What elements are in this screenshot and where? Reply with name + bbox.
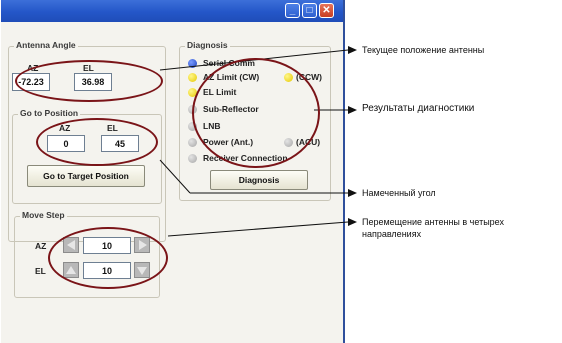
callout-move-four-directions: Перемещение антенны в четырех направлени… [362,217,504,239]
highlight-target-position [36,118,158,166]
arrowhead-icon [348,106,357,114]
highlight-diagnosis [192,58,320,168]
callout-target-angle: Намеченный угол [362,188,436,198]
arrowhead-icon [348,189,357,197]
highlight-move-step [48,227,168,289]
arrowhead-icon [348,46,357,54]
callout-line-move [167,221,349,237]
arrowhead-icon [348,218,357,226]
callout-line-target-angle-1 [159,159,191,194]
highlight-current-angle [15,60,163,102]
callout-diagnosis-results: Результаты диагностики [362,103,475,114]
callout-current-position: Текущее положение антенны [362,45,485,55]
